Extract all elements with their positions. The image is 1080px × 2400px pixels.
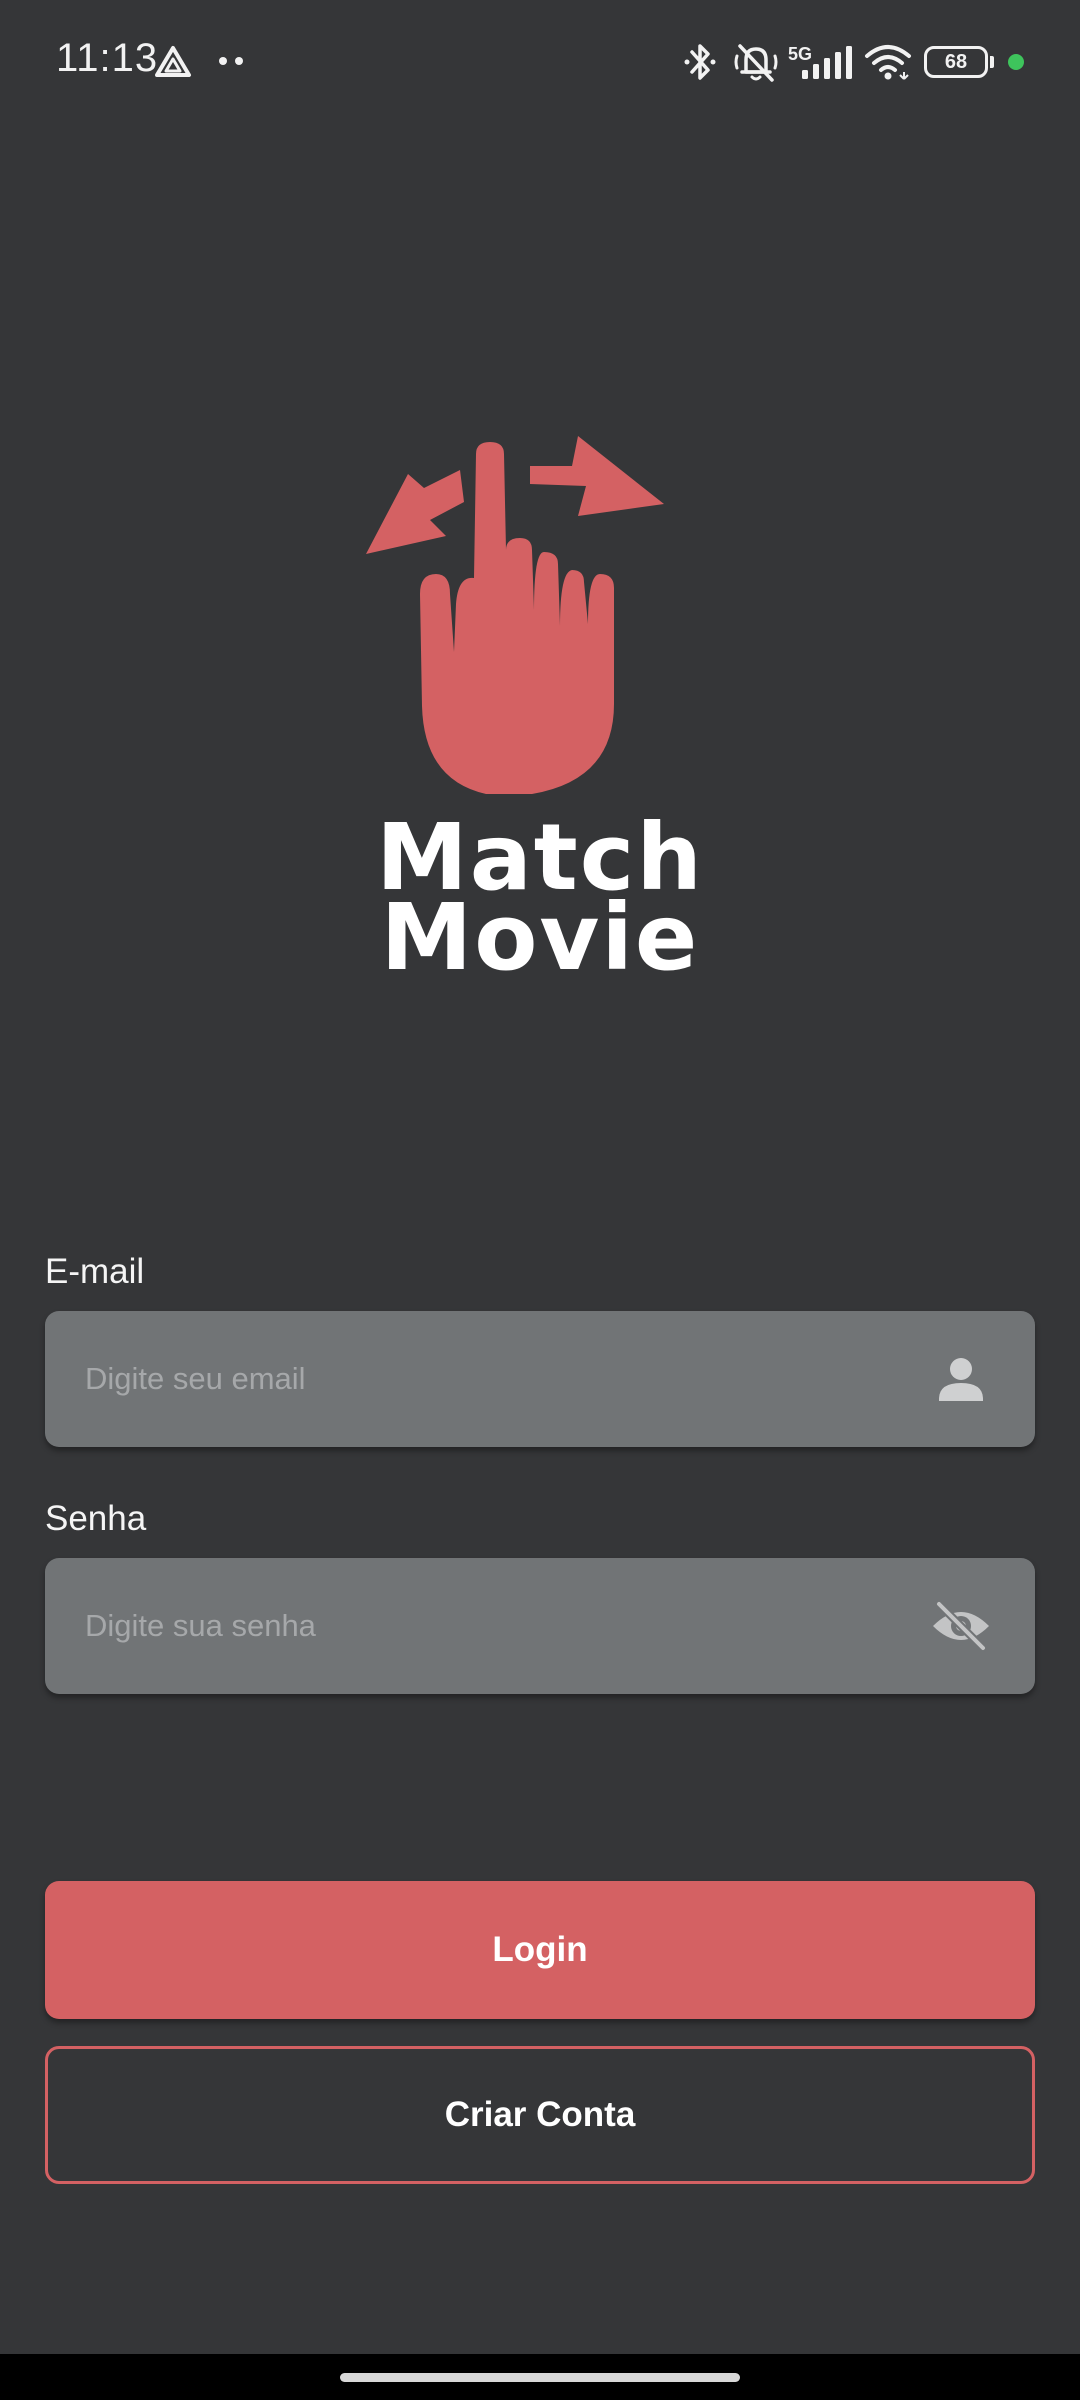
- charging-dot-icon: [1008, 54, 1024, 70]
- login-screen: 11:13 5G 68 Match Movie E-mail Digite se…: [0, 0, 1080, 2400]
- email-label: E-mail: [45, 1252, 145, 1291]
- navigation-bar: [0, 2354, 1080, 2400]
- brand-title-line2: Movie: [380, 884, 700, 991]
- more-dots-icon: [219, 57, 243, 65]
- battery-icon: 68: [924, 46, 988, 78]
- swipe-hand-icon: [366, 436, 664, 794]
- email-field-container: [45, 1311, 1035, 1447]
- mute-icon: [734, 44, 778, 82]
- password-label: Senha: [45, 1499, 147, 1538]
- drive-icon: [155, 46, 191, 77]
- email-field[interactable]: [85, 1311, 905, 1447]
- login-button[interactable]: Login: [45, 1881, 1035, 2019]
- battery-nub: [990, 56, 994, 68]
- person-icon: [939, 1358, 983, 1401]
- create-account-button[interactable]: Criar Conta: [45, 2046, 1035, 2184]
- password-field-container: [45, 1558, 1035, 1694]
- status-time: 11:13: [56, 36, 159, 80]
- home-indicator[interactable]: [340, 2373, 740, 2382]
- battery-level: 68: [944, 51, 968, 73]
- signal-icon: [802, 46, 852, 79]
- status-bar: 11:13 5G 68: [0, 0, 1080, 126]
- wifi-icon: [865, 45, 911, 80]
- password-field[interactable]: [85, 1558, 905, 1694]
- bluetooth-icon: [684, 44, 716, 80]
- eye-off-icon[interactable]: [931, 1596, 991, 1656]
